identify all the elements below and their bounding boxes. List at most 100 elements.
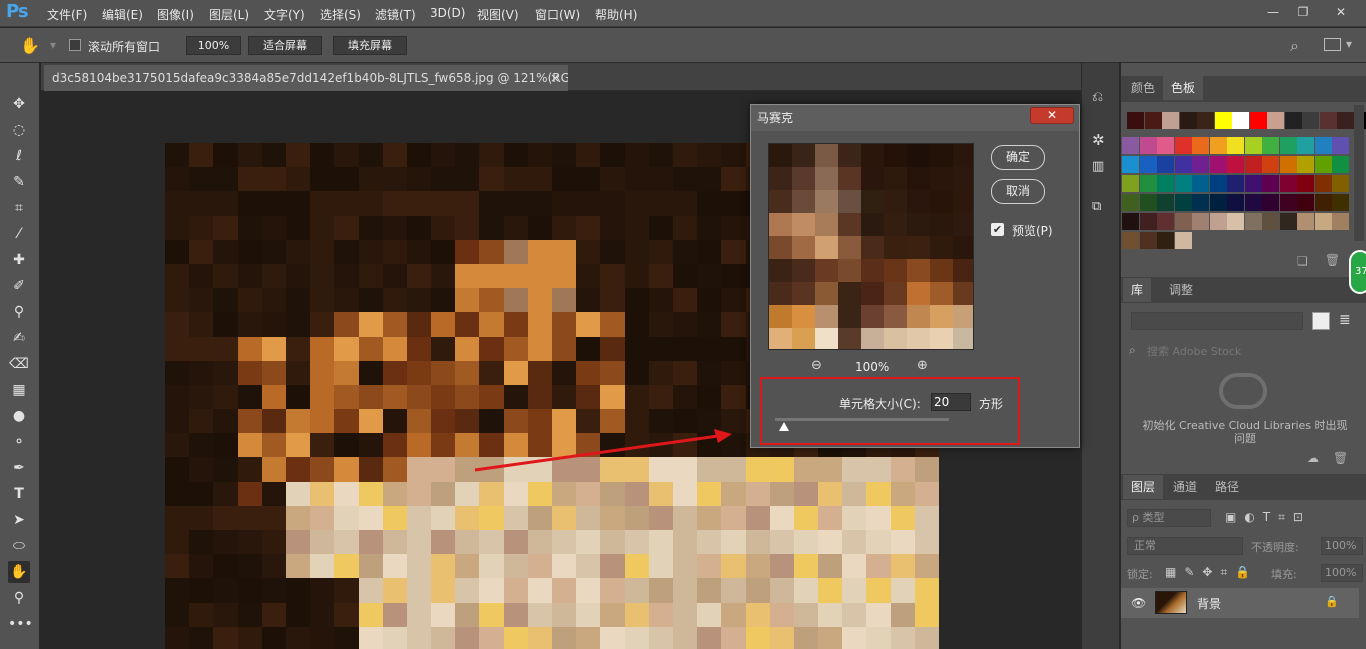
tab-paths[interactable]: 路径 xyxy=(1207,475,1247,499)
swatch[interactable] xyxy=(1227,156,1244,173)
stamp-tool-icon[interactable]: ⚲ xyxy=(8,301,30,323)
swatch[interactable] xyxy=(1284,112,1302,129)
layer-kind-filter[interactable]: ρ 类型 xyxy=(1127,509,1211,527)
lock-icons[interactable]: ▦✎✥⌗🔒 xyxy=(1165,565,1258,580)
zoom-out-icon[interactable]: ⊖ xyxy=(811,358,822,373)
swatch[interactable] xyxy=(1192,194,1209,211)
swatch[interactable] xyxy=(1297,175,1314,192)
new-swatch-icon[interactable]: ❏ xyxy=(1297,254,1308,268)
swatch[interactable] xyxy=(1179,112,1197,129)
quick-select-tool-icon[interactable]: ✎ xyxy=(8,171,30,193)
zoom-100-button[interactable]: 100% xyxy=(186,36,241,55)
eraser-tool-icon[interactable]: ⌫ xyxy=(8,353,30,375)
library-dropdown[interactable] xyxy=(1131,312,1303,330)
swatch[interactable] xyxy=(1197,112,1214,129)
swatch[interactable] xyxy=(1127,112,1144,129)
swatch[interactable] xyxy=(1332,137,1349,154)
swatch[interactable] xyxy=(1227,213,1244,230)
zoom-in-icon[interactable]: ⊕ xyxy=(917,358,928,373)
ellipse-tool-icon[interactable]: ⬭ xyxy=(8,535,30,557)
history-brush-tool-icon[interactable]: ✍ xyxy=(8,327,30,349)
menu-item[interactable]: 文字(Y) xyxy=(264,6,305,23)
swatch[interactable] xyxy=(1267,112,1284,129)
swatch[interactable] xyxy=(1227,137,1244,154)
swatch[interactable] xyxy=(1122,213,1139,230)
grid-view-icon[interactable] xyxy=(1312,312,1330,330)
swatch[interactable] xyxy=(1139,194,1157,211)
workspace-dropdown-icon[interactable]: ▾ xyxy=(1346,37,1352,51)
swatch[interactable] xyxy=(1232,112,1249,129)
tab-color[interactable]: 颜色 xyxy=(1123,76,1163,100)
swatch[interactable] xyxy=(1249,112,1267,129)
swatch[interactable] xyxy=(1139,232,1157,249)
swatch[interactable] xyxy=(1192,156,1209,173)
swatch[interactable] xyxy=(1227,175,1244,192)
swatch[interactable] xyxy=(1262,175,1279,192)
layer-filter-icons[interactable]: ▣◐T⌗⊡ xyxy=(1225,510,1311,525)
swatch[interactable] xyxy=(1157,213,1174,230)
swatch[interactable] xyxy=(1279,175,1297,192)
swatch[interactable] xyxy=(1209,194,1227,211)
preview-checkbox[interactable]: ✔ xyxy=(991,223,1004,236)
layer-name[interactable]: 背景 xyxy=(1197,595,1221,612)
swatch[interactable] xyxy=(1244,156,1262,173)
swatch[interactable] xyxy=(1174,213,1192,230)
history-panel-icon[interactable]: ⎌ xyxy=(1092,89,1103,105)
menu-item[interactable]: 滤镜(T) xyxy=(375,6,416,23)
tab-layers[interactable]: 图层 xyxy=(1123,475,1164,499)
swatch[interactable] xyxy=(1332,213,1349,230)
close-window-icon[interactable]: ✕ xyxy=(1330,3,1352,21)
swatch[interactable] xyxy=(1314,194,1332,211)
close-tab-icon[interactable]: × xyxy=(550,65,560,91)
swatch[interactable] xyxy=(1332,156,1349,173)
ok-button[interactable]: 确定 xyxy=(991,145,1045,170)
lasso-tool-icon[interactable]: ℓ xyxy=(8,145,30,167)
swatch[interactable] xyxy=(1122,137,1139,154)
navigator-panel-icon[interactable]: ✲ xyxy=(1092,131,1105,149)
swatch[interactable] xyxy=(1144,112,1162,129)
zoom-tool-icon[interactable]: ⚲ xyxy=(8,587,30,609)
swatch[interactable] xyxy=(1332,175,1349,192)
move-tool-icon[interactable]: ✥ xyxy=(8,93,30,115)
swatch[interactable] xyxy=(1174,137,1192,154)
swatch[interactable] xyxy=(1139,213,1157,230)
menu-item[interactable]: 选择(S) xyxy=(320,6,361,23)
menu-item[interactable]: 编辑(E) xyxy=(102,6,143,23)
swatch[interactable] xyxy=(1122,194,1139,211)
crop-tool-icon[interactable]: ⌗ xyxy=(8,197,30,219)
library-search-input[interactable]: 搜索 Adobe Stock xyxy=(1147,343,1241,359)
path-select-tool-icon[interactable]: ➤ xyxy=(8,509,30,531)
swatch[interactable] xyxy=(1162,112,1179,129)
histogram-panel-icon[interactable]: ▥ xyxy=(1092,159,1104,174)
swatch[interactable] xyxy=(1302,112,1319,129)
restore-icon[interactable]: ❐ xyxy=(1292,3,1314,21)
pen-tool-icon[interactable]: ✒ xyxy=(8,457,30,479)
swatch[interactable] xyxy=(1244,194,1262,211)
swatch[interactable] xyxy=(1209,175,1227,192)
swatch[interactable] xyxy=(1262,156,1279,173)
swatch[interactable] xyxy=(1337,112,1354,129)
swatch[interactable] xyxy=(1227,194,1244,211)
fill-field[interactable]: 100% xyxy=(1321,564,1363,582)
workspace-icon[interactable] xyxy=(1324,38,1341,51)
swatches-scrollbar[interactable] xyxy=(1354,105,1364,241)
marquee-tool-icon[interactable]: ◌ xyxy=(8,119,30,141)
swatch[interactable] xyxy=(1157,156,1174,173)
swatch[interactable] xyxy=(1297,213,1314,230)
swatch[interactable] xyxy=(1244,137,1262,154)
swatch[interactable] xyxy=(1209,213,1227,230)
swatch[interactable] xyxy=(1174,194,1192,211)
swatch[interactable] xyxy=(1139,137,1157,154)
swatch[interactable] xyxy=(1157,175,1174,192)
fit-screen-button[interactable]: 适合屏幕 xyxy=(248,36,322,55)
list-view-icon[interactable]: ≣ xyxy=(1339,312,1351,328)
swatch[interactable] xyxy=(1157,137,1174,154)
swatch[interactable] xyxy=(1279,137,1297,154)
menu-item[interactable]: 3D(D) xyxy=(430,6,465,20)
swatch[interactable] xyxy=(1174,175,1192,192)
swatch[interactable] xyxy=(1297,194,1314,211)
swatch[interactable] xyxy=(1192,213,1209,230)
swatch[interactable] xyxy=(1157,194,1174,211)
swatch[interactable] xyxy=(1174,232,1192,249)
swatch[interactable] xyxy=(1262,194,1279,211)
